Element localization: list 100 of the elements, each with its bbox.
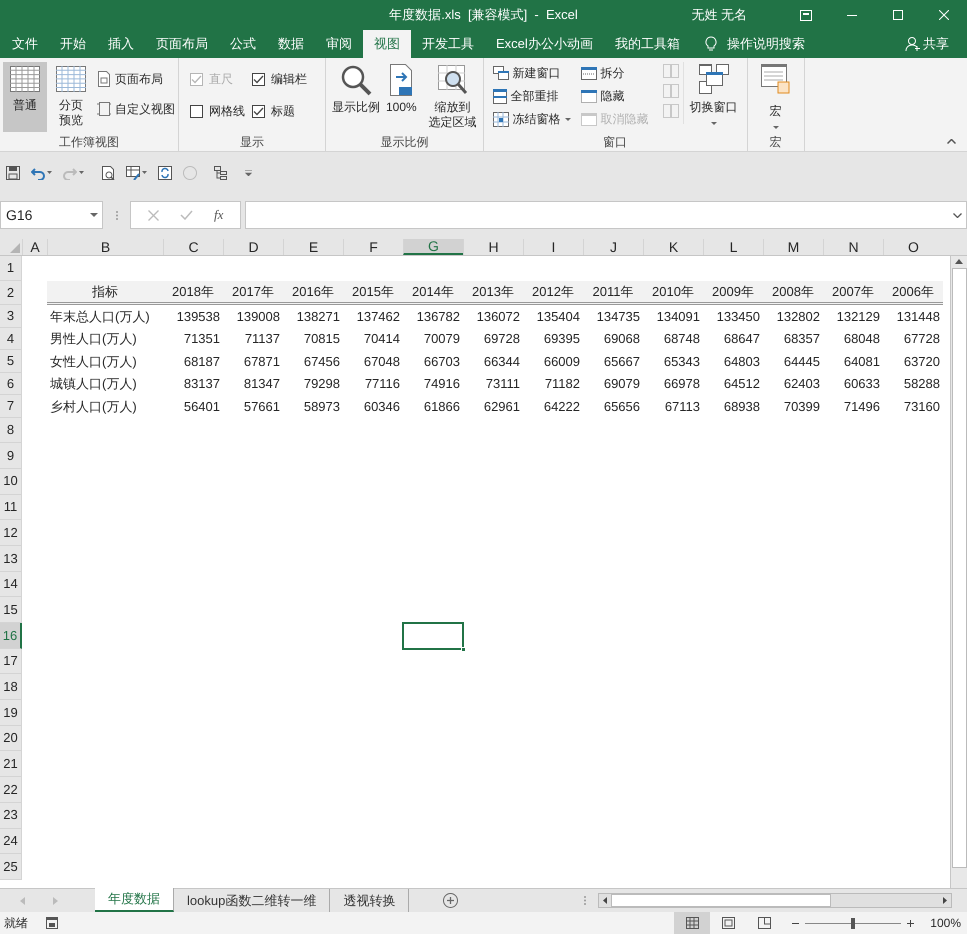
share-button[interactable]: 共享	[905, 30, 949, 58]
ribbon-tab[interactable]: 公式	[219, 30, 267, 58]
column-header[interactable]: H	[463, 239, 523, 255]
view-button[interactable]	[674, 912, 710, 934]
switch-windows-button[interactable]: 切换窗口	[684, 62, 744, 130]
toolbar-button[interactable]	[29, 166, 54, 180]
sheet-tab[interactable]: 年度数据	[95, 888, 174, 912]
checkbox[interactable]: 编辑栏	[252, 68, 322, 90]
row-header[interactable]: 9	[0, 443, 22, 469]
column-header[interactable]: G	[403, 239, 463, 255]
customize-toolbar-button[interactable]	[243, 170, 254, 176]
row-header[interactable]: 23	[0, 802, 22, 828]
toolbar-button[interactable]	[99, 166, 117, 180]
page-break-preview-button[interactable]: 分页 预览	[49, 62, 93, 132]
collapse-ribbon-button[interactable]	[945, 137, 957, 145]
row-header[interactable]: 11	[0, 494, 22, 520]
zoom-in-button[interactable]	[907, 920, 914, 926]
row-header[interactable]: 22	[0, 777, 22, 803]
row-header[interactable]: 7	[0, 395, 22, 418]
window-command[interactable]: 冻结窗格	[492, 108, 581, 130]
column-header[interactable]: C	[163, 239, 223, 255]
ribbon-tab[interactable]: 开始	[49, 30, 97, 58]
row-header[interactable]: 3	[0, 305, 22, 328]
ribbon-tab[interactable]: 开发工具	[411, 30, 485, 58]
column-header[interactable]: A	[22, 239, 47, 255]
column-header[interactable]: E	[283, 239, 343, 255]
window-command[interactable]: 隐藏	[580, 85, 659, 107]
table-cell-text: 132129	[836, 308, 880, 326]
column-header[interactable]: L	[703, 239, 763, 255]
table-cell-text: 64445	[784, 352, 820, 370]
formula-input[interactable]	[245, 201, 967, 229]
column-header[interactable]: J	[583, 239, 643, 255]
column-header[interactable]: N	[823, 239, 883, 255]
column-header[interactable]: D	[223, 239, 283, 255]
row-header[interactable]: 1	[0, 256, 22, 281]
ribbon-tab[interactable]: 插入	[97, 30, 145, 58]
table-cell-text: 女性人口(万人)	[50, 352, 137, 371]
zoom-button[interactable]: 100%	[383, 62, 420, 132]
column-header[interactable]: B	[47, 239, 163, 255]
row-header[interactable]: 17	[0, 648, 22, 674]
ribbon-tab[interactable]: 我的工具箱	[604, 30, 691, 58]
page-layout-button[interactable]: 页面布局	[97, 68, 175, 90]
row-header[interactable]: 8	[0, 418, 22, 444]
window-command[interactable]: 全部重排	[492, 85, 581, 107]
row-header[interactable]: 24	[0, 828, 22, 854]
horizontal-scrollbar[interactable]	[598, 893, 952, 908]
column-header[interactable]: M	[763, 239, 823, 255]
row-header[interactable]: 15	[0, 597, 22, 623]
ribbon-tab[interactable]: 审阅	[315, 30, 363, 58]
row-header[interactable]: 21	[0, 751, 22, 778]
row-header[interactable]: 12	[0, 520, 22, 546]
ribbon-tab[interactable]: 视图	[363, 30, 411, 58]
insert-function-button[interactable]: fx	[214, 205, 224, 225]
row-header[interactable]: 19	[0, 700, 22, 726]
window-command[interactable]: 新建窗口	[492, 62, 581, 84]
tell-me-button[interactable]: 操作说明搜索	[704, 30, 805, 58]
table-cell-text: 69395	[544, 330, 580, 348]
name-box[interactable]: G16	[0, 201, 103, 229]
ribbon-tab[interactable]: Excel办公小动画	[485, 30, 604, 58]
ribbon-tab[interactable]: 数据	[267, 30, 315, 58]
toolbar-button[interactable]	[124, 166, 149, 180]
row-header[interactable]: 25	[0, 854, 22, 880]
row-header[interactable]: 18	[0, 674, 22, 700]
toolbar-button[interactable]	[4, 166, 22, 180]
selected-cell[interactable]	[402, 622, 464, 650]
arrow-right-icon	[53, 896, 58, 904]
row-header[interactable]: 13	[0, 546, 22, 572]
column-header[interactable]: K	[643, 239, 703, 255]
checkbox[interactable]: 标题	[252, 100, 322, 122]
row-header[interactable]: 4	[0, 328, 22, 350]
column-header[interactable]: I	[523, 239, 583, 255]
zoom-button[interactable]: 显示比例	[329, 62, 383, 132]
window-command[interactable]: 拆分	[580, 62, 659, 84]
close-icon	[939, 10, 949, 20]
row-header[interactable]: 14	[0, 572, 22, 598]
custom-views-button[interactable]: 自定义视图	[97, 98, 175, 120]
row-header[interactable]: 5	[0, 350, 22, 372]
row-header[interactable]: 10	[0, 468, 22, 495]
row-header[interactable]: 16	[0, 623, 22, 649]
normal-view-button[interactable]: 普通	[3, 62, 47, 132]
column-header[interactable]: O	[883, 239, 943, 255]
row-header[interactable]: 20	[0, 726, 22, 752]
table-cell-text: 71496	[844, 398, 880, 416]
header-cell-text: 2010年	[652, 282, 694, 301]
macros-button[interactable]: 宏	[750, 62, 801, 130]
table-cell-text: 67871	[244, 352, 280, 370]
row-header[interactable]: 6	[0, 372, 22, 395]
row-header[interactable]: 2	[0, 281, 22, 305]
checkbox[interactable]: 网格线	[190, 100, 252, 122]
vertical-scrollbar[interactable]	[950, 256, 967, 888]
zoom-button[interactable]: 缩放到 选定区域	[426, 62, 480, 132]
table-cell-text: 79298	[304, 375, 340, 393]
zoom-slider[interactable]	[805, 918, 902, 928]
ribbon-tab[interactable]: 页面布局	[145, 30, 219, 58]
table-cell-text: 71137	[244, 330, 280, 348]
toolbar-button[interactable]	[212, 166, 230, 180]
zoom-level[interactable]: 100%	[930, 914, 961, 932]
toolbar-button[interactable]	[156, 166, 174, 180]
header-cell-text: 2008年	[772, 282, 814, 301]
ribbon-tab[interactable]: 文件	[1, 30, 49, 58]
